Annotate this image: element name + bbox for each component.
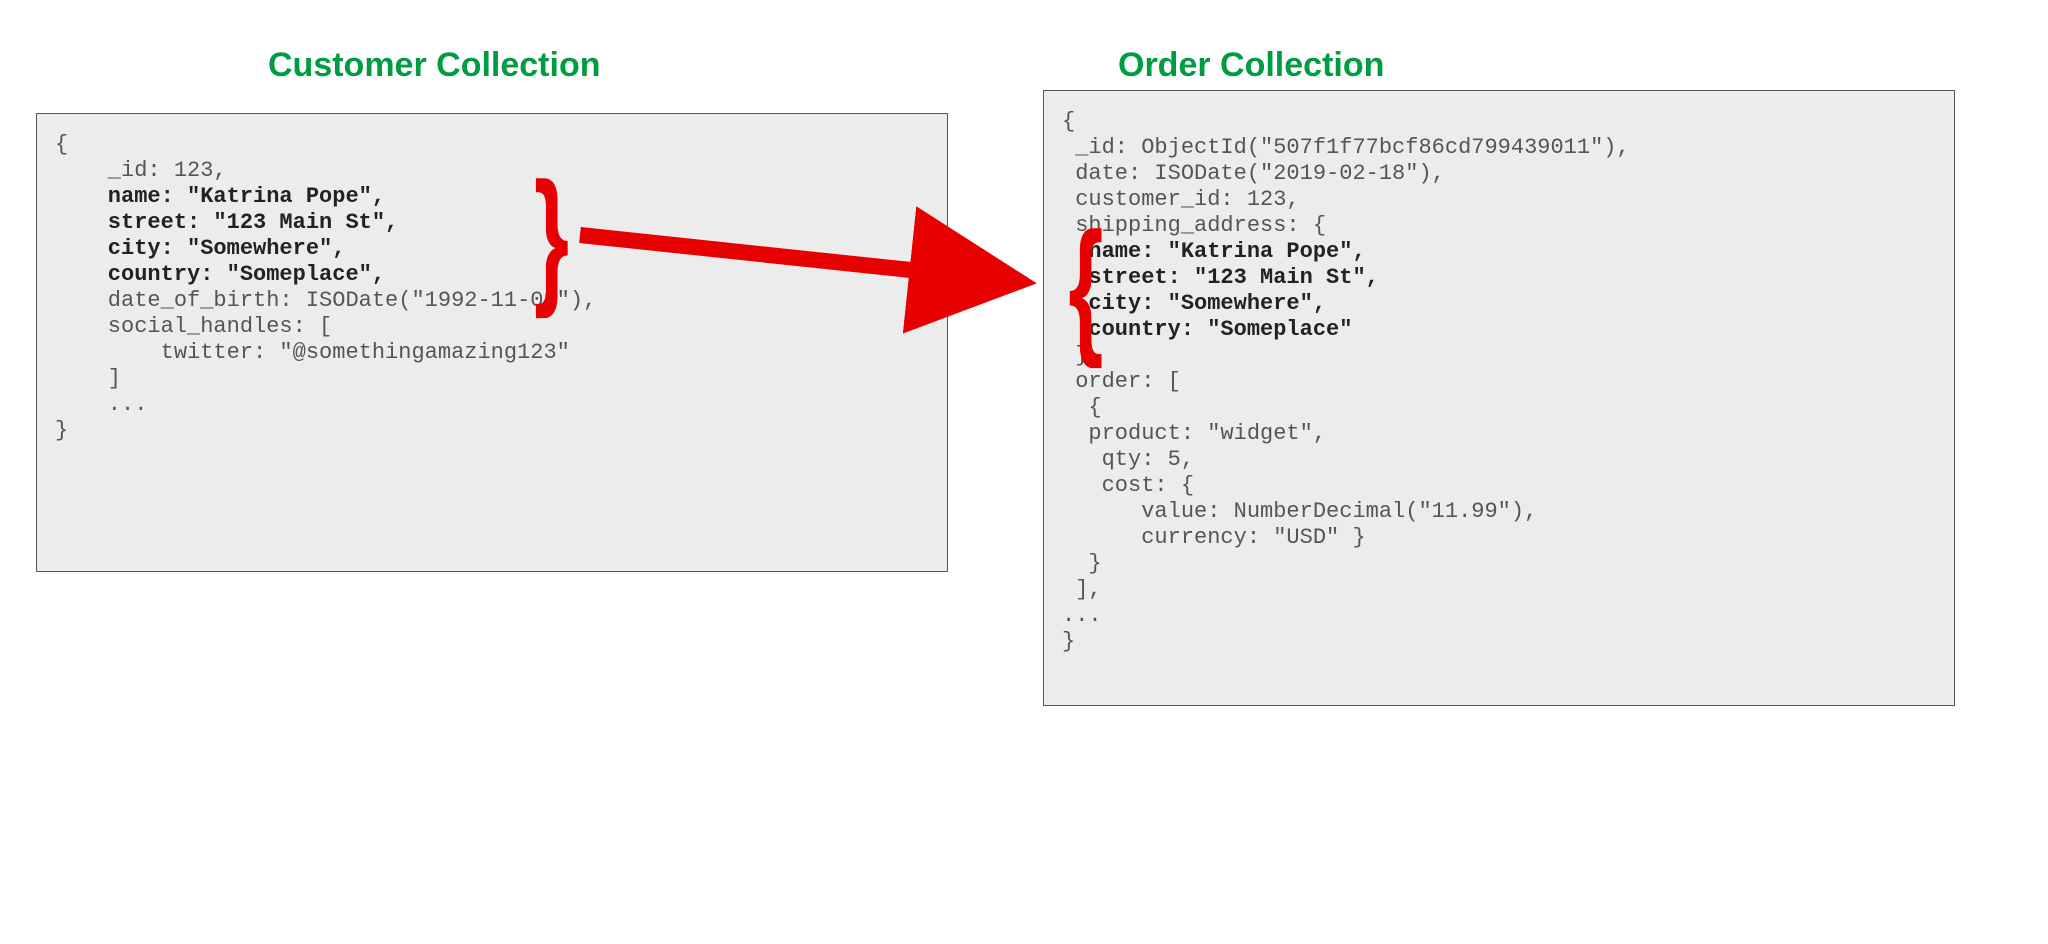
- link-arrow-icon: [0, 0, 2048, 944]
- diagram-canvas: Customer Collection Order Collection { _…: [0, 0, 2048, 944]
